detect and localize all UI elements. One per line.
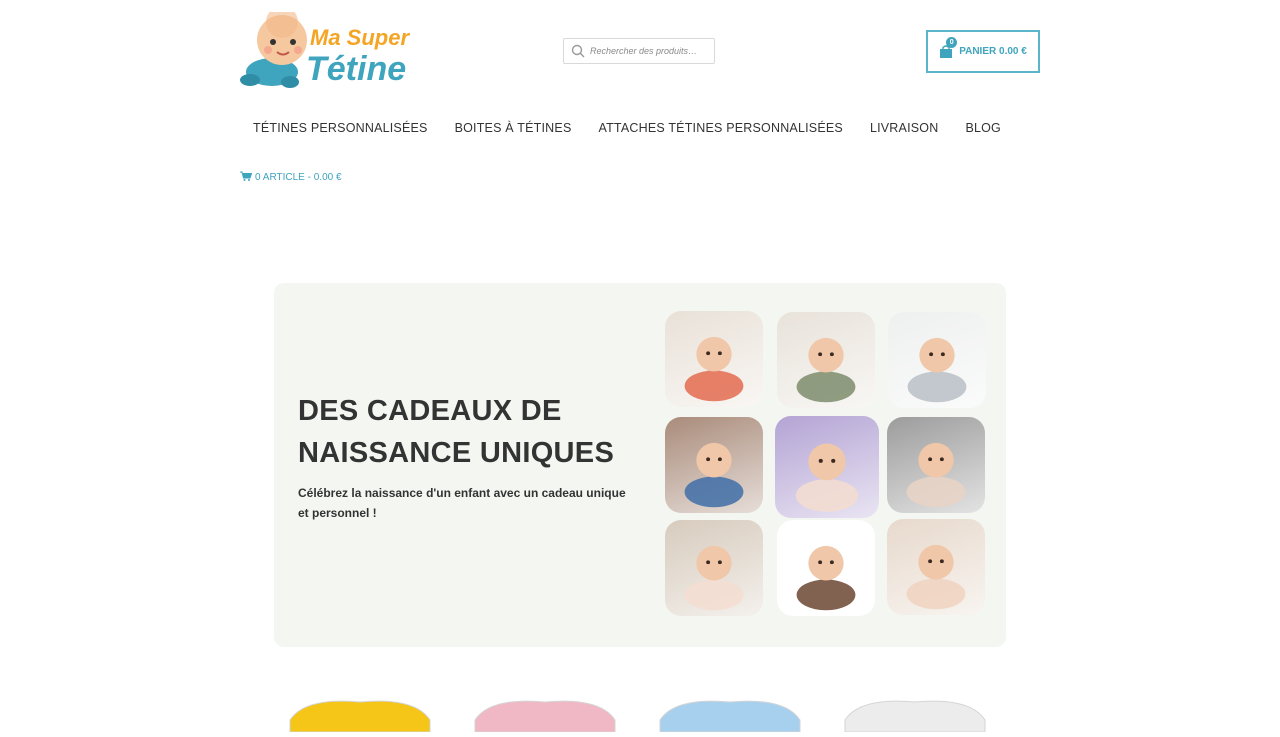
search-icon bbox=[571, 44, 585, 58]
baby-photo bbox=[887, 519, 985, 615]
baby-photo bbox=[777, 312, 875, 408]
product-pacifier-yellow[interactable] bbox=[285, 692, 435, 733]
nav-item-livraison[interactable]: LIVRAISON bbox=[870, 121, 939, 135]
product-pacifier-pink[interactable] bbox=[470, 692, 620, 733]
site-logo[interactable]: Ma Super Tétine bbox=[238, 12, 410, 92]
product-pacifier-blue[interactable] bbox=[655, 692, 805, 733]
cart-icon bbox=[240, 171, 253, 184]
baby-photo bbox=[775, 416, 879, 518]
hero-title: DES CADEAUX DE NAISSANCE UNIQUES bbox=[298, 395, 615, 469]
mini-cart-label: 0 ARTICLE - 0.00 € bbox=[255, 172, 342, 183]
nav-item-boites-a-tetines[interactable]: BOITES À TÉTINES bbox=[455, 121, 572, 135]
baby-photo bbox=[665, 311, 763, 407]
mini-cart-link[interactable]: 0 ARTICLE - 0.00 € bbox=[240, 171, 342, 184]
hero-banner: DES CADEAUX DE NAISSANCE UNIQUES Célébre… bbox=[274, 283, 1006, 647]
cart-count-badge: 0 bbox=[946, 36, 958, 48]
main-navigation: TÉTINES PERSONNALISÉES BOITES À TÉTINES … bbox=[253, 121, 1028, 135]
baby-photo bbox=[888, 312, 986, 408]
search-input[interactable] bbox=[590, 39, 712, 63]
product-pacifier-clear[interactable] bbox=[840, 692, 990, 733]
nav-item-blog[interactable]: BLOG bbox=[965, 121, 1001, 135]
header-cart-label: PANIER 0.00 € bbox=[959, 46, 1027, 57]
logo-text-line1: Ma Super bbox=[310, 25, 410, 50]
nav-item-tetines-personnalisees[interactable]: TÉTINES PERSONNALISÉES bbox=[253, 121, 428, 135]
logo-text-line2: Tétine bbox=[306, 50, 406, 88]
product-search[interactable] bbox=[563, 38, 715, 64]
header-cart-button[interactable]: 0 PANIER 0.00 € bbox=[926, 30, 1040, 73]
baby-photo bbox=[777, 520, 875, 616]
shopping-bag-icon: 0 bbox=[939, 36, 958, 59]
baby-photo bbox=[665, 520, 763, 616]
nav-item-attaches-tetines[interactable]: ATTACHES TÉTINES PERSONNALISÉES bbox=[598, 121, 842, 135]
hero-subtitle: Célébrez la naissance d'un enfant avec u… bbox=[298, 486, 626, 520]
baby-photo bbox=[887, 417, 985, 513]
baby-photo bbox=[665, 417, 763, 513]
